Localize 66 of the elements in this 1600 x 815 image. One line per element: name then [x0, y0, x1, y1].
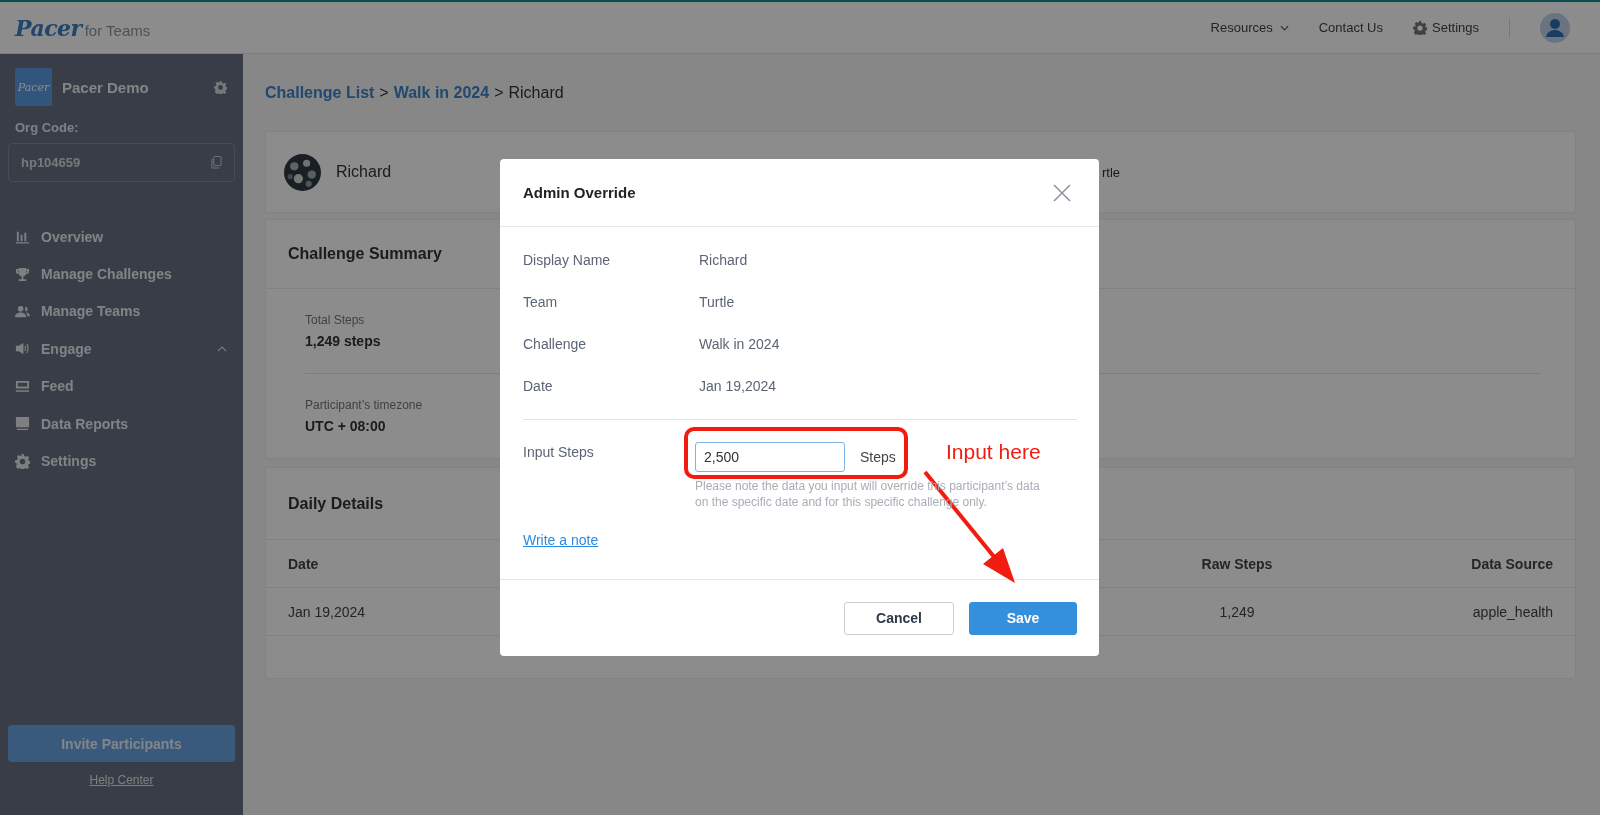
people-icon [15, 303, 30, 319]
field-label: Input Steps [523, 443, 595, 462]
settings-icon [15, 453, 30, 469]
field-value: Turtle [699, 294, 736, 310]
sidebar-item[interactable]: Manage Challenges [8, 255, 235, 293]
org-name: Pacer Demo [62, 78, 150, 96]
cancel-button[interactable]: Cancel [844, 601, 954, 635]
table-cell: apple_health [1472, 603, 1553, 620]
save-button[interactable]: Save [969, 601, 1077, 635]
annotation-text: Input here [946, 440, 1041, 464]
logo[interactable]: Pacerfor Teams [15, 14, 151, 41]
team-name: rtle [1102, 164, 1122, 180]
org-logo: Pacer [15, 68, 52, 106]
column-header: Date [288, 555, 319, 572]
table-cell: 1,249 [1219, 603, 1255, 620]
field-label: Display Name [523, 252, 612, 268]
breadcrumb-current: Richard [508, 84, 564, 102]
org-code-field[interactable]: hp104659 [8, 143, 235, 182]
logo-suffix: for Teams [84, 21, 151, 39]
user-avatar-icon[interactable] [1540, 12, 1570, 43]
field-value: Walk in 2024 [699, 336, 781, 352]
stat-value: UTC + 08:00 [305, 418, 386, 434]
field-label: Challenge [523, 336, 588, 352]
breadcrumb-link[interactable]: Challenge List [265, 84, 375, 102]
field-label: Team [523, 294, 559, 310]
section-title: Daily Details [288, 494, 384, 513]
participant-name: Richard [336, 163, 392, 181]
copy-icon[interactable] [211, 156, 222, 169]
stat-value: 1,249 steps [305, 333, 381, 349]
dialog-title: Admin Override [523, 184, 636, 201]
sidebar-item[interactable]: Settings [8, 442, 235, 480]
settings-link[interactable]: Settings [1413, 20, 1479, 35]
field-label: Date [523, 378, 554, 394]
contact-link[interactable]: Contact Us [1318, 20, 1383, 35]
stat-label: Participant’s timezone [305, 398, 423, 412]
org-code-label: Org Code: [15, 120, 80, 135]
caret-icon [1279, 24, 1289, 31]
sidebar-item[interactable]: Data Reports [8, 404, 235, 443]
speaker-icon [15, 341, 30, 357]
settings-icon [1413, 20, 1427, 35]
logo-wordmark: Pacer [15, 14, 82, 41]
field-value: Jan 19,2024 [699, 378, 778, 394]
column-header: Data Source [1471, 555, 1553, 572]
steps-input[interactable]: 2,500 [695, 442, 845, 472]
sidebar-item[interactable]: Engage [8, 330, 235, 368]
sidebar-item[interactable]: Manage Teams [8, 292, 235, 331]
close-icon[interactable] [1053, 183, 1071, 202]
breadcrumb-link[interactable]: Walk in 2024 [393, 84, 490, 102]
breadcrumb-separator: > [379, 84, 389, 102]
bar-chart-icon [15, 229, 30, 245]
trophy-icon [15, 266, 30, 282]
field-value: Richard [699, 252, 749, 268]
resources-menu[interactable]: Resources [1210, 20, 1289, 35]
column-header: Raw Steps [1201, 555, 1273, 572]
unit-label: Steps [860, 449, 896, 465]
table-cell: Jan 19,2024 [288, 603, 366, 620]
stat-label: Total Steps [305, 313, 365, 327]
section-title: Challenge Summary [288, 245, 442, 263]
sidebar-item[interactable]: Overview [8, 218, 235, 256]
monitor-icon [15, 378, 30, 394]
breadcrumb-separator: > [494, 84, 504, 102]
sidebar-item[interactable]: Feed [8, 367, 235, 405]
help-center-link[interactable]: Help Center [89, 773, 154, 787]
write-note-link[interactable]: Write a note [523, 532, 599, 548]
invite-participants-button[interactable]: Invite Participants [8, 725, 235, 762]
settings-icon[interactable] [214, 80, 227, 94]
